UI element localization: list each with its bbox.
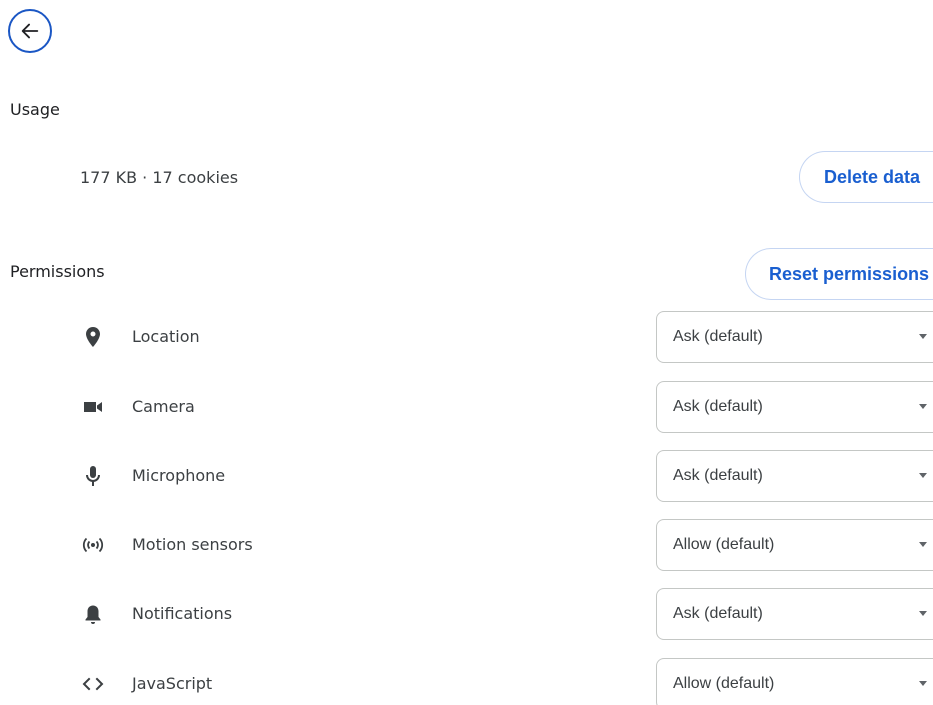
delete-data-button[interactable]: Delete data — [799, 151, 933, 203]
permission-label: Notifications — [132, 604, 233, 623]
dropdown-caret-icon — [919, 542, 927, 547]
permission-label: Location — [132, 327, 200, 346]
permission-row-camera: Camera Ask (default) — [0, 381, 933, 433]
select-value: Allow (default) — [673, 675, 775, 692]
microphone-permission-select[interactable]: Ask (default) — [656, 450, 933, 502]
select-value: Ask (default) — [673, 328, 763, 345]
reset-permissions-button[interactable]: Reset permissions — [745, 248, 933, 300]
permission-row-javascript: JavaScript Allow (default) — [0, 658, 933, 705]
permission-label: Motion sensors — [132, 535, 253, 554]
code-icon — [80, 672, 106, 696]
usage-summary: 177 KB · 17 cookies — [80, 168, 239, 187]
select-value: Ask (default) — [673, 605, 763, 622]
permission-row-location: Location Ask (default) — [0, 311, 933, 363]
permission-label: JavaScript — [132, 674, 213, 693]
permission-label: Microphone — [132, 466, 226, 485]
bell-icon — [80, 602, 106, 626]
permissions-section-title: Permissions — [10, 262, 105, 281]
permission-row-motion-sensors: Motion sensors Allow (default) — [0, 519, 933, 571]
dropdown-caret-icon — [919, 611, 927, 616]
dropdown-caret-icon — [919, 681, 927, 686]
back-button[interactable] — [8, 9, 52, 53]
select-value: Allow (default) — [673, 536, 775, 553]
select-value: Ask (default) — [673, 398, 763, 415]
permission-row-microphone: Microphone Ask (default) — [0, 450, 933, 502]
motion-sensors-permission-select[interactable]: Allow (default) — [656, 519, 933, 571]
javascript-permission-select[interactable]: Allow (default) — [656, 658, 933, 705]
usage-section-title: Usage — [10, 100, 60, 119]
permission-row-notifications: Notifications Ask (default) — [0, 588, 933, 640]
microphone-icon — [80, 464, 106, 488]
dropdown-caret-icon — [919, 334, 927, 339]
camera-permission-select[interactable]: Ask (default) — [656, 381, 933, 433]
dropdown-caret-icon — [919, 473, 927, 478]
select-value: Ask (default) — [673, 467, 763, 484]
location-permission-select[interactable]: Ask (default) — [656, 311, 933, 363]
arrow-left-icon — [21, 23, 39, 39]
dropdown-caret-icon — [919, 404, 927, 409]
camera-icon — [80, 395, 106, 419]
permission-label: Camera — [132, 397, 195, 416]
location-pin-icon — [80, 325, 106, 349]
motion-sensors-icon — [80, 533, 106, 557]
site-settings-page: Usage 177 KB · 17 cookies Delete data Pe… — [0, 0, 933, 705]
notifications-permission-select[interactable]: Ask (default) — [656, 588, 933, 640]
